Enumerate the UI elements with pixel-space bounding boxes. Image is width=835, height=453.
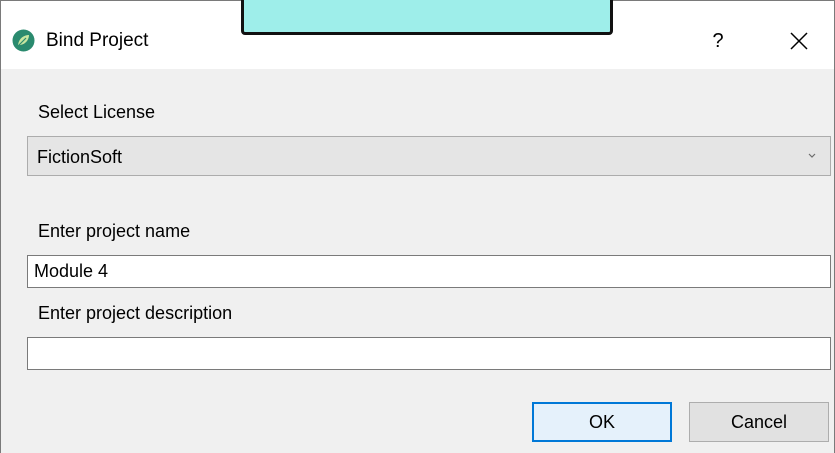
leaf-icon: [12, 29, 35, 52]
chevron-down-icon: [808, 153, 816, 158]
close-button[interactable]: [771, 23, 827, 59]
bind-project-dialog: Bind Project ? Select License FictionSof…: [0, 0, 835, 453]
project-description-input[interactable]: [27, 337, 831, 370]
cancel-button[interactable]: Cancel: [689, 402, 829, 442]
window-title: Bind Project: [46, 30, 149, 51]
project-name-label: Enter project name: [38, 221, 191, 241]
license-select[interactable]: FictionSoft: [27, 136, 831, 176]
ok-button[interactable]: OK: [532, 402, 672, 442]
license-label: Select License: [38, 102, 156, 122]
close-icon: [790, 32, 808, 50]
license-selected-value: FictionSoft: [37, 147, 123, 167]
help-button[interactable]: ?: [695, 23, 741, 59]
project-name-input[interactable]: [27, 255, 831, 288]
overlay-callout: [241, 0, 613, 35]
project-description-label: Enter project description: [38, 303, 233, 323]
